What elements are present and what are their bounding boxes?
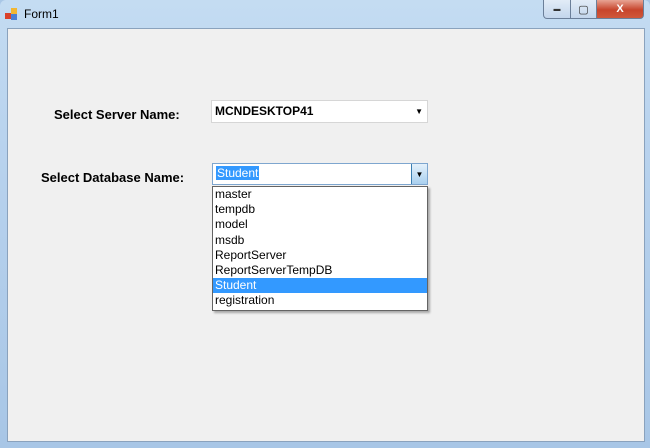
close-button[interactable]: X [597,0,644,19]
dropdown-option-reportservertempdb[interactable]: ReportServerTempDB [213,263,427,278]
server-name-combobox[interactable]: MCNDESKTOP41 ▼ [211,100,428,123]
dropdown-option-student[interactable]: Student [213,278,427,294]
maximize-button[interactable]: ▢ [571,0,597,19]
close-icon: X [616,3,624,15]
database-name-label: Select Database Name: [41,170,185,185]
chevron-down-icon: ▼ [415,169,424,179]
database-name-combobox[interactable]: Student ▼ [212,163,428,185]
minimize-button[interactable]: ▬ [543,0,571,19]
title-bar[interactable]: Form1 ▬ ▢ X [0,0,650,27]
dropdown-button[interactable]: ▼ [411,164,427,184]
app-icon [5,8,17,20]
server-name-label: Select Server Name: [54,107,180,122]
database-name-value: Student [216,166,260,180]
dropdown-option-msdb[interactable]: msdb [213,233,427,248]
server-name-value: MCNDESKTOP41 [215,104,314,118]
dropdown-option-reportserver[interactable]: ReportServer [213,248,427,263]
maximize-icon: ▢ [578,3,589,16]
dropdown-option-tempdb[interactable]: tempdb [213,202,427,217]
dropdown-option-registration[interactable]: registration [213,293,427,308]
dropdown-option-master[interactable]: master [213,187,427,202]
minimize-icon: ▬ [553,5,561,13]
window-title: Form1 [24,7,59,21]
database-dropdown-list[interactable]: master tempdb model msdb ReportServer ReportS… [212,186,428,311]
form1-window: Form1 ▬ ▢ X Select Server Name: MCNDESKT… [0,0,650,448]
chevron-down-icon: ▼ [415,107,423,116]
dropdown-option-model[interactable]: model [213,217,427,232]
